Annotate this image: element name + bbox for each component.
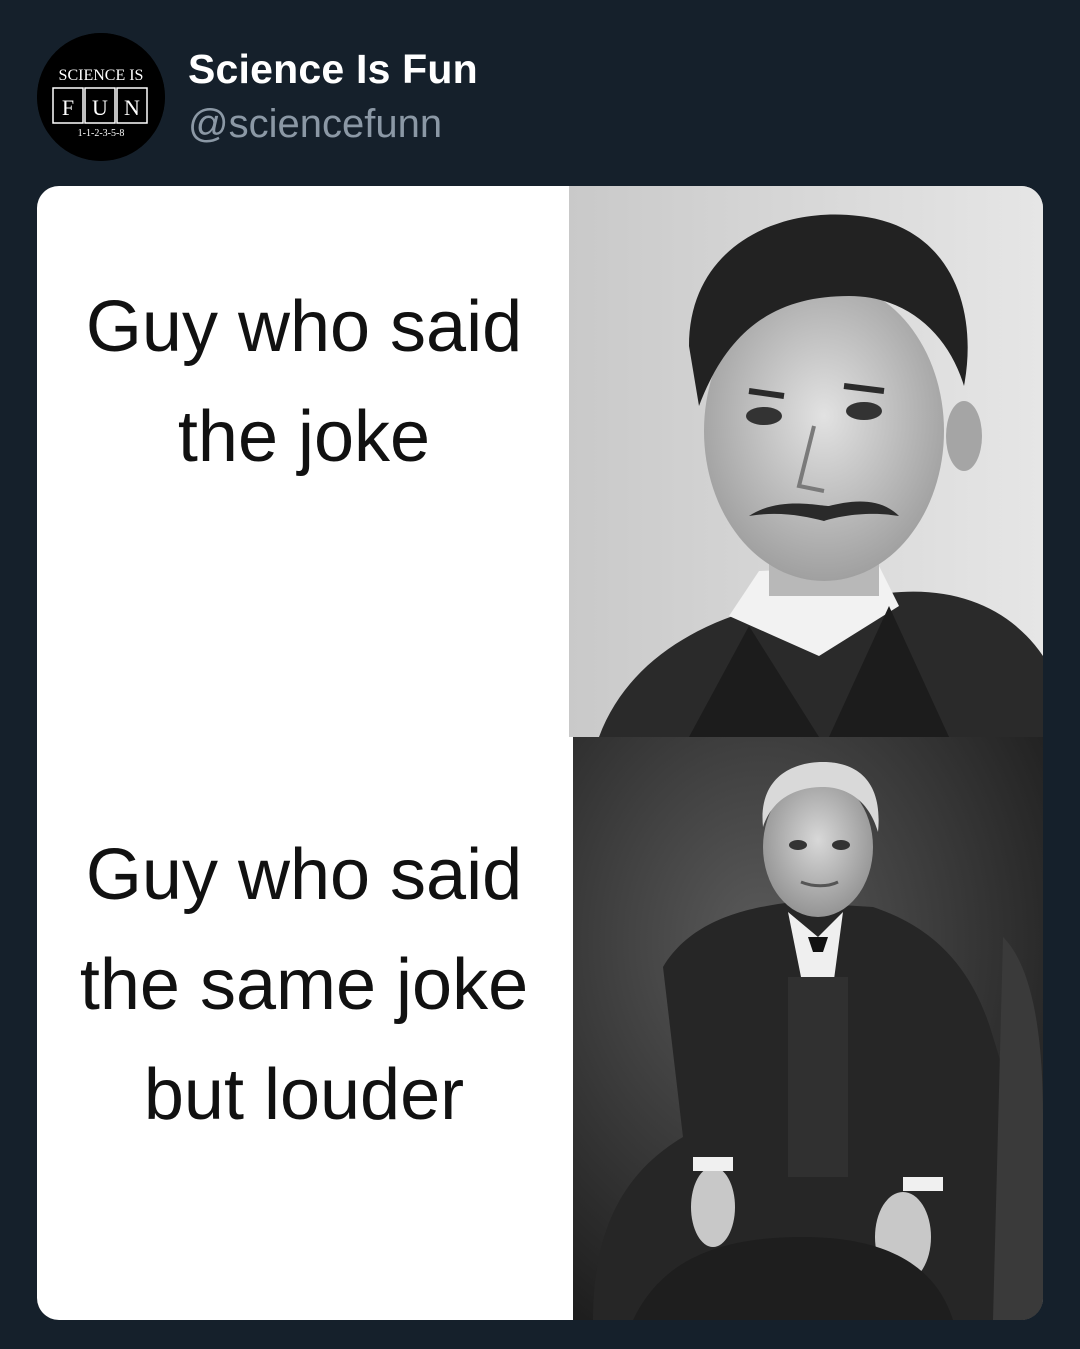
logo-letter-f: F (62, 95, 74, 120)
avatar[interactable]: SCIENCE IS F U N 1-1-2-3-5-8 (37, 33, 165, 161)
logo-letter-n: N (124, 95, 140, 120)
logo-letter-u: U (92, 95, 108, 120)
portrait-seated-older-man (573, 737, 1043, 1320)
science-is-fun-logo-icon: SCIENCE IS F U N 1-1-2-3-5-8 (37, 33, 165, 161)
caption-line: the same joke (79, 945, 529, 1025)
caption-top: Guy who said the joke (37, 272, 571, 492)
logo-bottom-text: 1-1-2-3-5-8 (78, 128, 125, 139)
portrait-young-man-mustache (569, 186, 1043, 737)
meme-image[interactable]: Guy who said the joke Guy who said the s… (37, 186, 1043, 1320)
caption-line: but louder (143, 1055, 465, 1135)
logo-top-text: SCIENCE IS (59, 67, 144, 84)
post-header: SCIENCE IS F U N 1-1-2-3-5-8 Science Is … (0, 0, 1080, 180)
caption-line: the joke (177, 397, 431, 477)
display-name[interactable]: Science Is Fun (188, 46, 478, 93)
caption-bottom: Guy who said the same joke but louder (37, 820, 571, 1150)
caption-line: Guy who said (85, 287, 523, 367)
caption-line: Guy who said (85, 835, 523, 915)
handle[interactable]: @sciencefunn (188, 102, 442, 147)
